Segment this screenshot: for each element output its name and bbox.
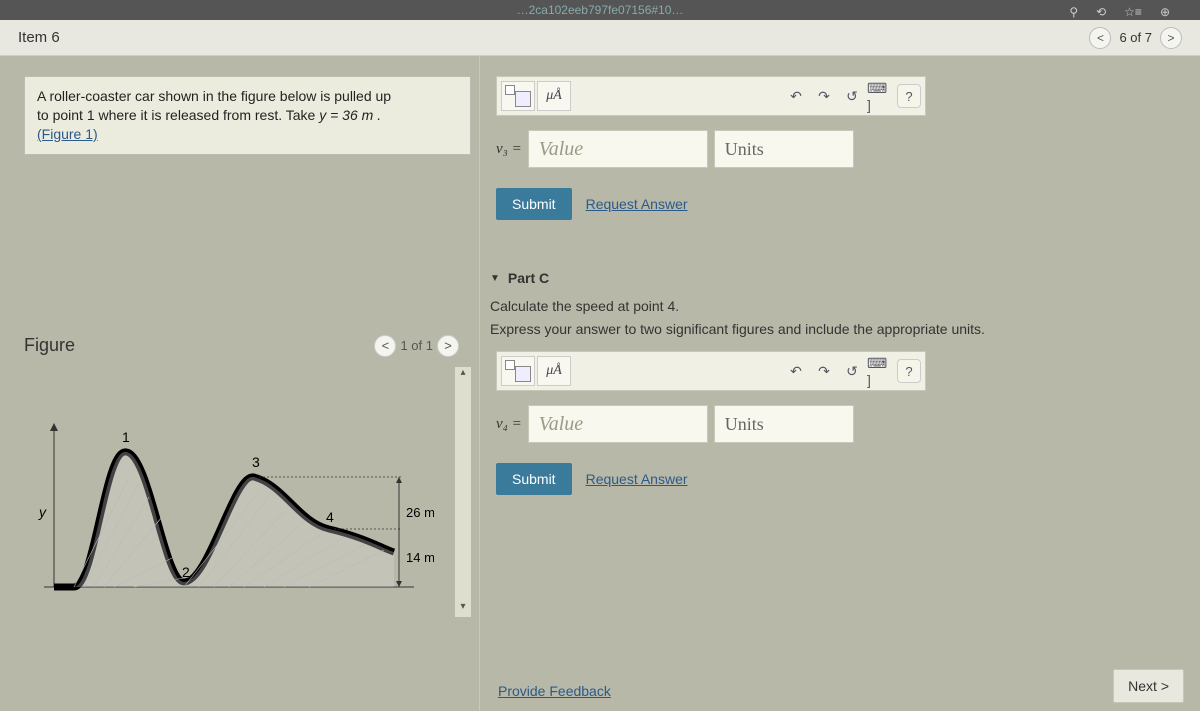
point-4-label: 4 — [326, 509, 334, 525]
next-button[interactable]: Next > — [1113, 669, 1184, 703]
height-26-label: 26 m — [406, 505, 434, 520]
redo-icon[interactable]: ↷ — [811, 83, 837, 109]
favorite-icon[interactable]: ☆≡ — [1124, 2, 1142, 22]
value-input-v4[interactable]: Value — [528, 405, 708, 443]
prev-item-button[interactable]: < — [1089, 27, 1111, 49]
next-item-button[interactable]: > — [1160, 27, 1182, 49]
undo-icon[interactable]: ↶ — [783, 83, 809, 109]
units-input-v3[interactable]: Units — [714, 130, 854, 168]
figure-viewport: ▴ ▾ — [24, 367, 471, 617]
search-icon[interactable]: ⚲ — [1069, 2, 1078, 22]
request-answer-link-c[interactable]: Request Answer — [586, 471, 688, 487]
special-chars-button[interactable]: μÅ — [537, 81, 571, 111]
url-fragment: …2ca102eeb797fe07156#10… — [517, 3, 684, 17]
figure-prev-button[interactable]: < — [374, 335, 396, 357]
template-icon[interactable] — [501, 356, 535, 386]
help-button[interactable]: ? — [897, 359, 921, 383]
submit-button-b[interactable]: Submit — [496, 188, 572, 220]
figure-title: Figure — [24, 335, 75, 356]
part-c-answer: μÅ ↶ ↷ ↺ ⌨ ] ? v₄ = Value Units Submit R… — [490, 351, 1190, 511]
caret-down-icon: ▼ — [490, 273, 500, 284]
height-14-label: 14 m — [406, 550, 434, 565]
provide-feedback-link[interactable]: Provide Feedback — [498, 683, 611, 699]
special-chars-button[interactable]: μÅ — [537, 356, 571, 386]
template-icon[interactable] — [501, 81, 535, 111]
answer-toolbar-b: μÅ ↶ ↷ ↺ ⌨ ] ? — [496, 76, 926, 116]
translate-icon[interactable]: ⟲ — [1096, 2, 1106, 22]
part-c-question: Calculate the speed at point 4. — [490, 296, 1190, 317]
collections-icon[interactable]: ⊕ — [1160, 2, 1170, 22]
part-c-instruction: Express your answer to two significant f… — [490, 321, 1190, 337]
problem-prompt: A roller-coaster car shown in the figure… — [24, 76, 471, 155]
figure-nav: < 1 of 1 > — [374, 335, 459, 357]
left-panel: A roller-coaster car shown in the figure… — [0, 56, 480, 711]
coaster-svg: 1 2 3 4 y 26 m 14 m — [34, 417, 434, 607]
scroll-down-button[interactable]: ▾ — [455, 601, 471, 617]
prompt-line2a: to point 1 where it is released from res… — [37, 107, 319, 123]
answer-toolbar-c: μÅ ↶ ↷ ↺ ⌨ ] ? — [496, 351, 926, 391]
y-axis-label: y — [38, 504, 47, 520]
pager-position: 6 of 7 — [1119, 30, 1152, 45]
reset-icon[interactable]: ↺ — [839, 83, 865, 109]
page-header: Item 6 < 6 of 7 > — [0, 20, 1200, 56]
prompt-eq: y = 36 m . — [319, 107, 381, 123]
item-label: Item 6 — [18, 29, 60, 46]
figure-link[interactable]: (Figure 1) — [37, 126, 98, 142]
input-row-c: v₄ = Value Units — [496, 405, 1184, 443]
request-answer-link-b[interactable]: Request Answer — [586, 196, 688, 212]
figure-counter: 1 of 1 — [400, 338, 433, 353]
item-pager: < 6 of 7 > — [1089, 27, 1182, 49]
scroll-up-button[interactable]: ▴ — [455, 367, 471, 383]
part-b-answer: μÅ ↶ ↷ ↺ ⌨ ] ? v₃ = Value Units Submit R… — [490, 66, 1190, 236]
units-input-v4[interactable]: Units — [714, 405, 854, 443]
figure-header: Figure < 1 of 1 > — [24, 335, 471, 357]
submit-button-c[interactable]: Submit — [496, 463, 572, 495]
value-input-v3[interactable]: Value — [528, 130, 708, 168]
part-c-header[interactable]: ▼ Part C — [490, 270, 1190, 286]
browser-toolbar: …2ca102eeb797fe07156#10… ⚲ ⟲ ☆≡ ⊕ — [0, 0, 1200, 20]
keyboard-icon[interactable]: ⌨ ] — [867, 358, 893, 384]
figure-image: 1 2 3 4 y 26 m 14 m — [24, 367, 455, 617]
redo-icon[interactable]: ↷ — [811, 358, 837, 384]
point-2-label: 2 — [182, 564, 190, 580]
keyboard-icon[interactable]: ⌨ ] — [867, 83, 893, 109]
variable-label-v3: v₃ = — [496, 141, 522, 158]
figure-next-button[interactable]: > — [437, 335, 459, 357]
reset-icon[interactable]: ↺ — [839, 358, 865, 384]
submit-row-b: Submit Request Answer — [496, 188, 1184, 220]
part-c-label: Part C — [508, 270, 549, 286]
right-panel: μÅ ↶ ↷ ↺ ⌨ ] ? v₃ = Value Units Submit R… — [480, 56, 1200, 711]
variable-label-v4: v₄ = — [496, 416, 522, 433]
point-3-label: 3 — [252, 454, 260, 470]
help-button[interactable]: ? — [897, 84, 921, 108]
point-1-label: 1 — [122, 429, 130, 445]
undo-icon[interactable]: ↶ — [783, 358, 809, 384]
browser-icons: ⚲ ⟲ ☆≡ ⊕ — [1069, 2, 1170, 22]
prompt-line1: A roller-coaster car shown in the figure… — [37, 88, 391, 104]
submit-row-c: Submit Request Answer — [496, 463, 1184, 495]
input-row-b: v₃ = Value Units — [496, 130, 1184, 168]
